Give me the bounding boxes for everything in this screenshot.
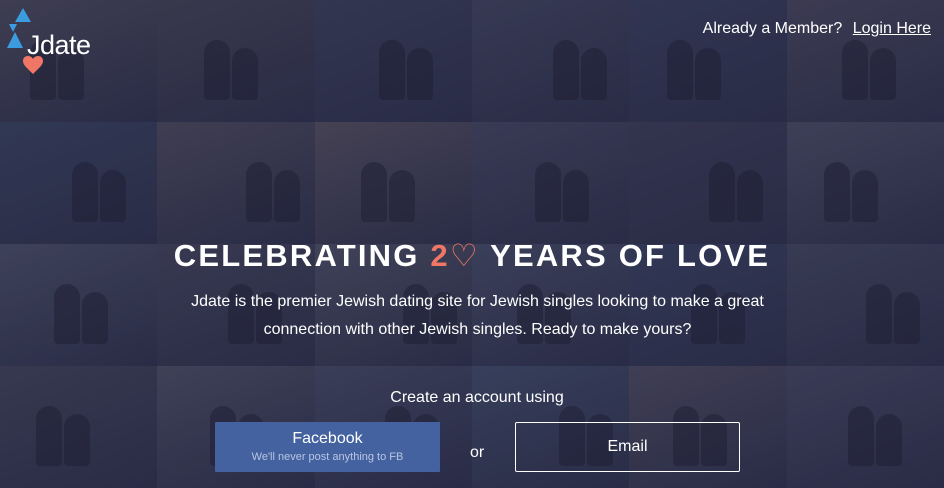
facebook-button-label: Facebook: [292, 430, 363, 447]
facebook-signup-button[interactable]: Facebook We'll never post anything to FB: [215, 422, 440, 472]
member-prompt: Already a Member?: [702, 20, 843, 37]
logo-wordmark: Jdate: [27, 30, 91, 60]
headline-pre: CELEBRATING: [173, 238, 431, 273]
page-headline: CELEBRATING 2♡ YEARS OF LOVE: [0, 238, 944, 274]
headline-post: YEARS OF LOVE: [479, 238, 771, 273]
create-account-prompt: Create an account using: [390, 389, 564, 406]
login-link[interactable]: Login Here: [853, 20, 931, 37]
headline-accent: 2♡: [430, 238, 480, 273]
member-login-area: Already a Member? Login Here: [703, 20, 931, 38]
facebook-button-note: We'll never post anything to FB: [251, 451, 404, 463]
hero-subtitle: Jdate is the premier Jewish dating site …: [191, 293, 764, 338]
email-signup-button[interactable]: Email: [515, 422, 740, 472]
or-separator: or: [470, 444, 485, 461]
jdate-logo[interactable]: Jdate: [5, 6, 115, 81]
